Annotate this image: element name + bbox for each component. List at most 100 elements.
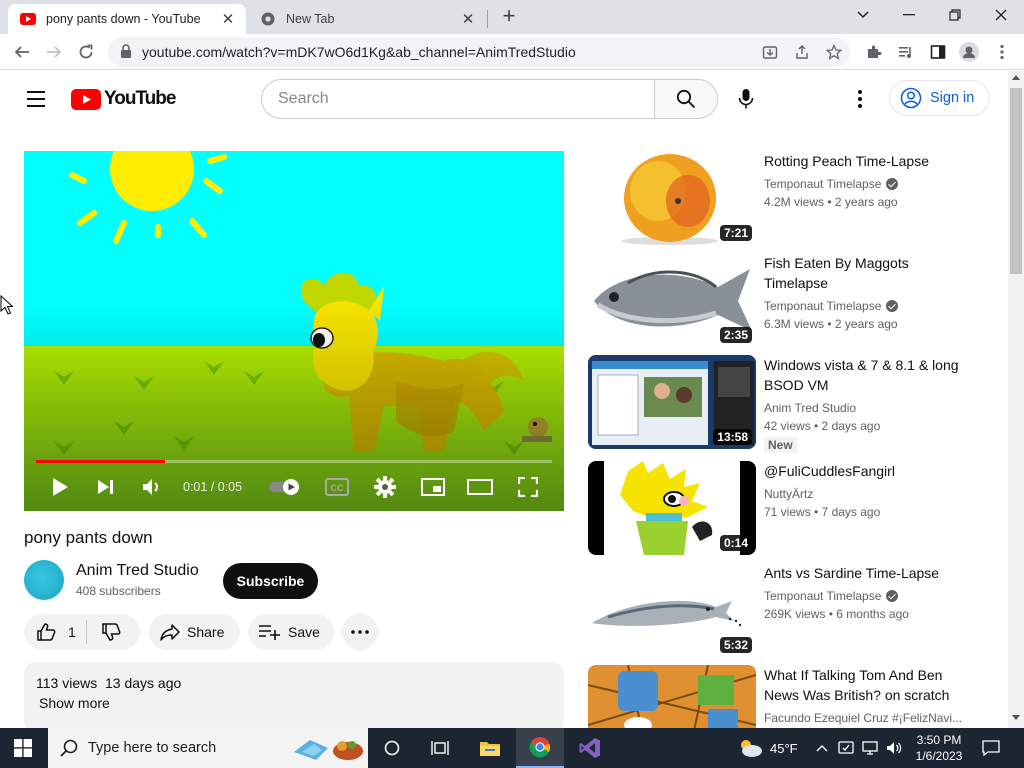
windows-start-icon[interactable] <box>14 739 32 762</box>
media-controls-icon[interactable] <box>896 42 916 62</box>
recommendation-channel[interactable]: Temponaut Timelapse <box>764 299 899 313</box>
recommendation-title[interactable]: Ants vs Sardine Time-Lapse <box>764 563 974 583</box>
restore-icon[interactable] <box>941 4 969 26</box>
bookmark-star-icon[interactable] <box>824 42 844 62</box>
recommendation-meta: 269K views • 6 months ago <box>764 607 909 621</box>
recommendation-item[interactable]: 0:14 @FuliCuddlesFangirl NuttyÄrtz 71 vi… <box>588 461 988 555</box>
theater-mode-icon[interactable] <box>466 475 494 499</box>
address-bar[interactable]: youtube.com/watch?v=mDK7wO6d1Kg&ab_chann… <box>108 37 850 67</box>
video-thumbnail[interactable]: 5:32 <box>588 563 756 657</box>
video-thumbnail[interactable]: 0:14 <box>588 461 756 555</box>
page-scrollbar[interactable] <box>1008 71 1024 728</box>
search-input[interactable]: Search <box>261 79 655 119</box>
task-view-icon[interactable] <box>368 728 416 768</box>
profile-avatar-icon[interactable] <box>959 42 979 62</box>
scroll-down-icon[interactable] <box>1012 715 1020 720</box>
recommendation-item[interactable]: 2:35 Fish Eaten By Maggots Timelapse Tem… <box>588 253 988 347</box>
captions-icon[interactable]: CC <box>324 475 350 499</box>
close-window-icon[interactable] <box>987 4 1015 26</box>
voice-search-button[interactable] <box>726 79 766 119</box>
recommendation-channel[interactable]: Facundo Ezequiel Cruz #¡FelizNavi... <box>764 711 962 725</box>
recommendation-item[interactable]: 7:21 Rotting Peach Time-Lapse Temponaut … <box>588 151 988 245</box>
recommendation-title[interactable]: Rotting Peach Time-Lapse <box>764 151 974 171</box>
youtube-logo[interactable]: YouTube <box>71 88 176 110</box>
video-thumbnail[interactable]: 13:58 <box>588 355 756 449</box>
share-button[interactable]: Share <box>149 614 240 650</box>
subscribe-button[interactable]: Subscribe <box>223 563 318 599</box>
guide-menu-icon[interactable] <box>24 87 48 111</box>
miniplayer-icon[interactable] <box>420 475 446 499</box>
tab-youtube[interactable]: pony pants down - YouTube ✕ <box>8 4 246 34</box>
volume-icon[interactable] <box>140 475 164 499</box>
browser-menu-icon[interactable] <box>992 42 1012 62</box>
thumbs-up-icon <box>37 623 56 641</box>
recommendation-item[interactable]: 13:58 Windows vista & 7 & 8.1 & long BSO… <box>588 355 988 453</box>
more-actions-button[interactable] <box>342 614 378 650</box>
recommendation-title[interactable]: Fish Eaten By Maggots Timelapse <box>764 253 974 293</box>
recommendation-channel[interactable]: Anim Tred Studio <box>764 401 856 415</box>
taskbar-search-input[interactable]: Type here to search <box>48 728 368 768</box>
recommendation-item[interactable]: 5:32 Ants vs Sardine Time-Lapse Temponau… <box>588 563 988 657</box>
lock-icon[interactable] <box>120 44 132 64</box>
minimize-icon[interactable] <box>895 4 923 26</box>
settings-more-icon[interactable] <box>848 87 872 111</box>
close-tab-icon[interactable]: ✕ <box>218 9 238 29</box>
recommendation-title[interactable]: Windows vista & 7 & 8.1 & long BSOD VM <box>764 355 974 395</box>
recommendation-channel[interactable]: NuttyÄrtz <box>764 487 813 501</box>
duration-badge: 0:14 <box>719 535 752 551</box>
reload-icon[interactable] <box>74 40 98 64</box>
autoplay-toggle[interactable] <box>268 475 304 499</box>
visual-studio-icon[interactable] <box>566 728 614 768</box>
video-thumbnail[interactable]: 7:21 <box>588 151 756 245</box>
network-icon[interactable] <box>862 740 878 756</box>
extensions-puzzle-icon[interactable] <box>864 42 884 62</box>
scrollbar-thumb[interactable] <box>1010 88 1022 274</box>
channel-label: Temponaut Timelapse <box>764 299 882 313</box>
save-button[interactable]: Save <box>248 614 334 650</box>
speaker-volume-icon[interactable] <box>886 740 902 756</box>
back-icon[interactable] <box>10 40 34 64</box>
recommendation-title[interactable]: What If Talking Tom And Ben News Was Bri… <box>764 665 974 705</box>
chrome-taskbar-icon[interactable] <box>516 728 564 768</box>
fullscreen-icon[interactable] <box>516 475 540 499</box>
recommendation-item[interactable]: What If Talking Tom And Ben News Was Bri… <box>588 665 988 728</box>
tab-search-chevron-icon[interactable] <box>849 4 877 26</box>
settings-gear-icon[interactable] <box>372 475 398 499</box>
recommendation-title[interactable]: @FuliCuddlesFangirl <box>764 461 974 481</box>
next-icon[interactable] <box>94 475 118 499</box>
like-count: 1 <box>68 624 76 640</box>
video-player[interactable]: 0:01 / 0:05 CC <box>24 151 564 511</box>
add-to-playlist-icon <box>259 625 280 640</box>
video-thumbnail[interactable]: 2:35 <box>588 253 756 347</box>
close-tab-icon[interactable]: ✕ <box>458 9 478 29</box>
share-page-icon[interactable] <box>792 42 812 62</box>
video-thumbnail[interactable] <box>588 665 756 728</box>
notifications-icon[interactable] <box>982 728 1000 768</box>
channel-label: Temponaut Timelapse <box>764 177 882 191</box>
show-hidden-icons-chevron-icon[interactable] <box>816 744 828 752</box>
taskbar-clock[interactable]: 3:50 PM 1/6/2023 <box>905 732 973 764</box>
recommendation-channel[interactable]: Temponaut Timelapse <box>764 177 899 191</box>
file-explorer-icon[interactable] <box>466 728 514 768</box>
install-app-icon[interactable] <box>760 42 780 62</box>
new-tab-icon[interactable]: + <box>498 5 520 28</box>
timeline-icon[interactable] <box>416 728 464 768</box>
show-more-link[interactable]: Show more <box>39 695 110 711</box>
play-icon[interactable] <box>48 475 72 499</box>
tab-new-tab[interactable]: New Tab ✕ <box>248 4 486 34</box>
sign-in-button[interactable]: Sign in <box>889 80 990 116</box>
dislike-button[interactable] <box>87 614 139 650</box>
forward-icon[interactable] <box>42 40 66 64</box>
like-button[interactable]: 1 <box>24 614 86 650</box>
progress-bar-played <box>36 460 165 463</box>
channel-avatar[interactable] <box>24 560 64 600</box>
channel-name[interactable]: Anim Tred Studio <box>76 562 199 580</box>
scroll-up-icon[interactable] <box>1012 75 1020 80</box>
weather-widget[interactable]: 45°F <box>736 728 798 768</box>
security-shield-icon[interactable] <box>838 740 854 756</box>
description-box[interactable]: 113 views 13 days ago Show more <box>24 662 564 728</box>
weather-temperature: 45°F <box>770 740 798 756</box>
recommendation-channel[interactable]: Temponaut Timelapse <box>764 589 899 603</box>
search-button[interactable] <box>654 79 718 119</box>
side-panel-icon[interactable] <box>928 42 948 62</box>
